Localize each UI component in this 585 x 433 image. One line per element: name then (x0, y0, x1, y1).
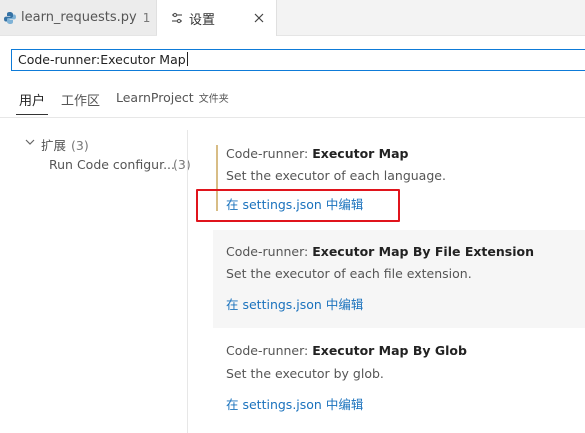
active-tab-indicator (16, 114, 48, 115)
setting-category: Code-runner: (226, 146, 313, 161)
divider (0, 117, 585, 118)
setting-item-executor-map-by-glob: Code-runner: Executor Map By Glob Set th… (213, 330, 585, 428)
setting-title: Code-runner: Executor Map (226, 146, 409, 161)
setting-item-executor-map-by-file-extension: Code-runner: Executor Map By File Extens… (213, 230, 585, 328)
toc-count: (3) (173, 157, 191, 172)
search-input-value: Code-runner:Executor Map (18, 52, 186, 67)
settings-icon (172, 12, 182, 24)
chevron-down-icon[interactable] (24, 137, 36, 147)
setting-title: Code-runner: Executor Map By File Extens… (226, 244, 534, 259)
tab-settings[interactable]: 设置 (157, 0, 277, 36)
python-file-icon (4, 11, 16, 24)
folder-label: 文件夹 (198, 94, 229, 105)
toc-count: (3) (71, 138, 89, 153)
edit-in-settings-json-link[interactable]: 在 settings.json 中编辑 (226, 394, 363, 413)
editor-tab-bar: learn_requests.py 1 设置 (0, 0, 585, 36)
setting-description: Set the executor of each file extension. (226, 266, 472, 281)
settings-search-input[interactable]: Code-runner:Executor Map (11, 49, 585, 71)
setting-description: Set the executor by glob. (226, 366, 384, 381)
tab-workspace[interactable]: 工作区 (61, 90, 100, 109)
folder-name: LearnProject (116, 90, 194, 105)
setting-category: Code-runner: (226, 244, 313, 259)
close-icon[interactable] (252, 11, 266, 25)
toc-label: 扩展 (41, 138, 67, 153)
setting-name: Executor Map By File Extension (312, 244, 534, 259)
text-cursor (186, 52, 188, 66)
settings-editor-window: learn_requests.py 1 设置 Code-runner:Execu… (0, 0, 585, 433)
highlight-annotation-box (196, 189, 400, 222)
edit-in-settings-json-link[interactable]: 在 settings.json 中编辑 (226, 294, 363, 313)
toc-item-extensions[interactable]: 扩展 (3) (41, 135, 89, 154)
problems-count-badge: 1 (142, 10, 151, 25)
toc-divider (187, 130, 188, 433)
setting-name: Executor Map By Glob (312, 343, 467, 358)
tab-title: learn_requests.py (21, 10, 137, 25)
tab-title: 设置 (189, 12, 216, 28)
setting-title: Code-runner: Executor Map By Glob (226, 343, 467, 358)
setting-name: Executor Map (312, 146, 409, 161)
setting-category: Code-runner: (226, 343, 313, 358)
setting-description: Set the executor of each language. (226, 168, 446, 183)
tab-folder[interactable]: LearnProject 文件夹 (116, 90, 229, 105)
toc-item-run-code[interactable]: Run Code configur... (49, 157, 175, 172)
tab-user[interactable]: 用户 (19, 90, 45, 109)
tab-learn-requests[interactable]: learn_requests.py 1 (0, 0, 157, 35)
